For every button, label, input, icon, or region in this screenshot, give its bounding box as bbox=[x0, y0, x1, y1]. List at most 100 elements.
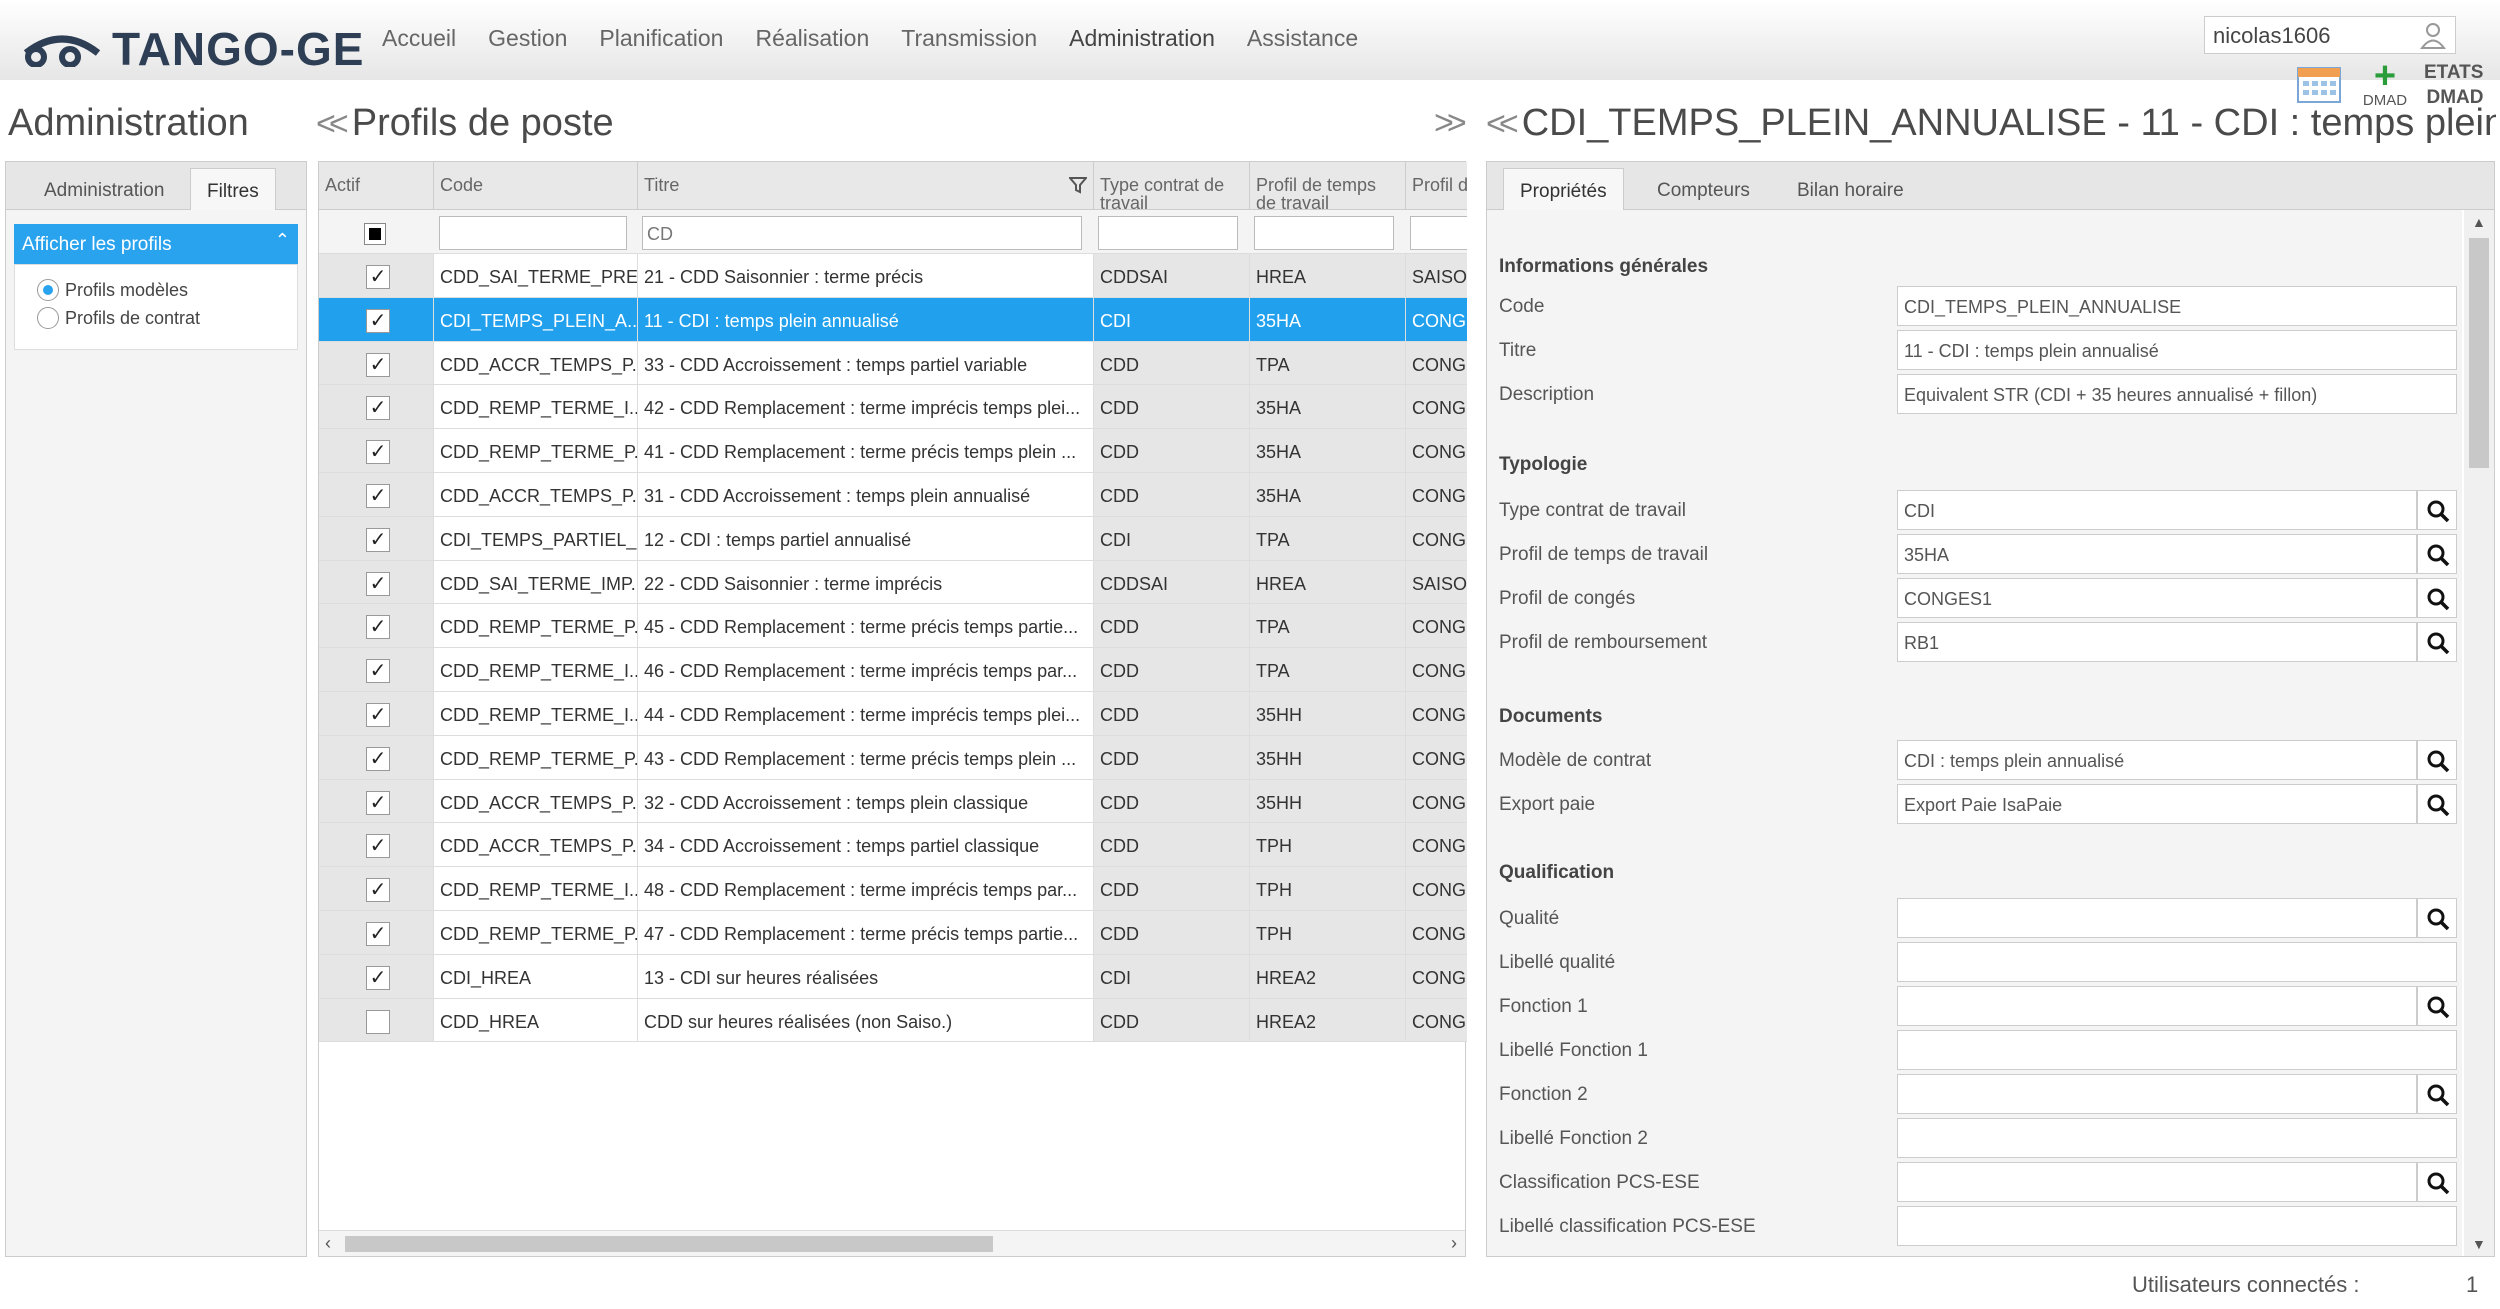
search-button[interactable] bbox=[2417, 578, 2457, 618]
field-input[interactable]: CDI bbox=[1897, 490, 2417, 530]
nav-assistance[interactable]: Assistance bbox=[1247, 25, 1358, 52]
tab-bilan-horaire[interactable]: Bilan horaire bbox=[1781, 168, 1920, 210]
checked-checkbox[interactable]: ✓ bbox=[366, 265, 390, 289]
col-type-contrat[interactable]: Type contrat de travail bbox=[1094, 162, 1250, 209]
scroll-thumb[interactable] bbox=[2469, 238, 2489, 468]
checked-checkbox[interactable]: ✓ bbox=[366, 878, 390, 903]
nav-administration[interactable]: Administration bbox=[1069, 25, 1215, 52]
search-button[interactable] bbox=[2417, 622, 2457, 662]
scroll-right-icon[interactable]: › bbox=[1451, 1233, 1457, 1254]
afficher-profils-header[interactable]: Afficher les profils ⌃ bbox=[14, 224, 298, 264]
search-button[interactable] bbox=[2417, 1162, 2457, 1202]
table-row[interactable]: ✓ CDI_TEMPS_PARTIEL_... 12 - CDI : temps p… bbox=[319, 516, 1467, 561]
field-input[interactable]: CDI_TEMPS_PLEIN_ANNUALISE bbox=[1897, 286, 2457, 326]
table-row[interactable]: ✓ CDD_REMP_TERME_I... 48 - CDD Remplacemen… bbox=[319, 867, 1467, 911]
checked-checkbox[interactable]: ✓ bbox=[366, 396, 390, 421]
col-titre[interactable]: Titre bbox=[638, 162, 1094, 209]
collapse-left-icon[interactable]: << bbox=[316, 105, 349, 143]
code-filter-input[interactable] bbox=[439, 216, 627, 250]
scroll-left-icon[interactable]: ‹ bbox=[325, 1233, 331, 1254]
conge-filter-input[interactable] bbox=[1410, 216, 1467, 250]
field-input[interactable] bbox=[1897, 1030, 2457, 1070]
calendar-icon[interactable] bbox=[2296, 64, 2342, 104]
nav-planification[interactable]: Planification bbox=[599, 25, 723, 52]
tab-filtres[interactable]: Filtres bbox=[190, 168, 276, 210]
checked-checkbox[interactable]: ✓ bbox=[366, 965, 390, 990]
unchecked-checkbox[interactable] bbox=[366, 1009, 390, 1034]
field-input[interactable]: RB1 bbox=[1897, 622, 2417, 662]
field-input[interactable] bbox=[1897, 1118, 2457, 1158]
field-input[interactable] bbox=[1897, 1206, 2457, 1246]
expand-right-icon[interactable]: >> bbox=[1434, 104, 1467, 143]
field-input[interactable] bbox=[1897, 1162, 2417, 1202]
table-row[interactable]: ✓ CDD_REMP_TERME_P... 43 - CDD Remplacemen… bbox=[319, 735, 1467, 780]
checked-checkbox[interactable]: ✓ bbox=[366, 746, 390, 771]
table-row[interactable]: ✓ CDD_SAI_TERME_PRE... 21 - CDD Saisonnier… bbox=[319, 254, 1467, 298]
nav-transmission[interactable]: Transmission bbox=[901, 25, 1037, 52]
vertical-scrollbar[interactable]: ▲ ▼ bbox=[2464, 210, 2494, 1256]
tab-administration[interactable]: Administration bbox=[28, 168, 180, 210]
nav-realisation[interactable]: Réalisation bbox=[755, 25, 869, 52]
table-row[interactable]: CDD_HREA CDD sur heures réalisées (non Sa… bbox=[319, 998, 1467, 1043]
checked-checkbox[interactable]: ✓ bbox=[366, 352, 390, 377]
table-row[interactable]: ✓ CDD_REMP_TERME_I... 46 - CDD Remplacemen… bbox=[319, 648, 1467, 692]
collapse-detail-icon[interactable]: << bbox=[1486, 105, 1519, 143]
search-button[interactable] bbox=[2417, 898, 2457, 938]
nav-accueil[interactable]: Accueil bbox=[382, 25, 456, 52]
checked-checkbox[interactable]: ✓ bbox=[366, 659, 390, 684]
checked-checkbox[interactable]: ✓ bbox=[366, 790, 390, 815]
field-input[interactable] bbox=[1897, 942, 2457, 982]
field-input[interactable]: Export Paie IsaPaie bbox=[1897, 784, 2417, 824]
field-input[interactable]: CONGES1 bbox=[1897, 578, 2417, 618]
scroll-down-icon[interactable]: ▼ bbox=[2472, 1236, 2486, 1252]
checked-checkbox[interactable]: ✓ bbox=[366, 308, 390, 333]
field-input[interactable]: 35HA bbox=[1897, 534, 2417, 574]
table-row[interactable]: ✓ CDD_REMP_TERME_P... 41 - CDD Remplacemen… bbox=[319, 429, 1467, 473]
table-row[interactable]: ✓ CDI_TEMPS_PLEIN_A... 11 - CDI : temps pl… bbox=[319, 297, 1467, 342]
tab-proprietes[interactable]: Propriétés bbox=[1503, 168, 1624, 210]
table-row[interactable]: ✓ CDD_ACCR_TEMPS_P... 34 - CDD Accroisseme… bbox=[319, 823, 1467, 868]
tab-compteurs[interactable]: Compteurs bbox=[1641, 168, 1766, 210]
horizontal-scrollbar[interactable]: ‹ › bbox=[319, 1230, 1465, 1256]
checked-checkbox[interactable]: ✓ bbox=[366, 527, 390, 552]
logo[interactable]: TANGO-GE bbox=[22, 23, 364, 75]
table-row[interactable]: ✓ CDI_HREA 13 - CDI sur heures réalisées CD… bbox=[319, 954, 1467, 999]
checked-checkbox[interactable]: ✓ bbox=[366, 834, 390, 859]
table-row[interactable]: ✓ CDD_REMP_TERME_I... 42 - CDD Remplacemen… bbox=[319, 385, 1467, 430]
checked-checkbox[interactable]: ✓ bbox=[366, 921, 390, 946]
table-row[interactable]: ✓ CDD_REMP_TERME_I... 44 - CDD Remplacemen… bbox=[319, 691, 1467, 736]
type-filter-input[interactable] bbox=[1098, 216, 1238, 250]
col-profil-conges[interactable]: Profil d bbox=[1406, 162, 1467, 209]
scroll-thumb[interactable] bbox=[345, 1236, 993, 1252]
scroll-up-icon[interactable]: ▲ bbox=[2472, 214, 2486, 230]
checked-checkbox[interactable]: ✓ bbox=[366, 702, 390, 727]
actif-filter-checkbox[interactable] bbox=[364, 223, 386, 245]
field-input[interactable]: CDI : temps plein annualisé bbox=[1897, 740, 2417, 780]
filter-icon[interactable] bbox=[1069, 176, 1087, 194]
col-code[interactable]: Code bbox=[434, 162, 638, 209]
nav-gestion[interactable]: Gestion bbox=[488, 25, 567, 52]
table-row[interactable]: ✓ CDD_REMP_TERME_P... 47 - CDD Remplacemen… bbox=[319, 910, 1467, 955]
field-input[interactable] bbox=[1897, 898, 2417, 938]
table-row[interactable]: ✓ CDD_ACCR_TEMPS_P... 32 - CDD Accroisseme… bbox=[319, 779, 1467, 824]
col-profil-temps[interactable]: Profil de temps de travail bbox=[1250, 162, 1406, 209]
search-button[interactable] bbox=[2417, 784, 2457, 824]
radio-profils-modeles[interactable]: Profils modèles bbox=[37, 279, 188, 301]
search-button[interactable] bbox=[2417, 534, 2457, 574]
search-button[interactable] bbox=[2417, 740, 2457, 780]
search-button[interactable] bbox=[2417, 986, 2457, 1026]
checked-checkbox[interactable]: ✓ bbox=[366, 571, 390, 596]
search-button[interactable] bbox=[2417, 490, 2457, 530]
search-button[interactable] bbox=[2417, 1074, 2457, 1114]
table-row[interactable]: ✓ CDD_ACCR_TEMPS_P... 33 - CDD Accroisseme… bbox=[319, 341, 1467, 386]
field-input[interactable] bbox=[1897, 986, 2417, 1026]
field-input[interactable]: Equivalent STR (CDI + 35 heures annualis… bbox=[1897, 374, 2457, 414]
checked-checkbox[interactable]: ✓ bbox=[366, 615, 390, 640]
table-row[interactable]: ✓ CDD_SAI_TERME_IMP... 22 - CDD Saisonnier… bbox=[319, 560, 1467, 605]
titre-filter-input[interactable]: CD bbox=[642, 216, 1082, 250]
field-input[interactable] bbox=[1897, 1074, 2417, 1114]
radio-profils-contrat[interactable]: Profils de contrat bbox=[37, 307, 200, 329]
col-actif[interactable]: Actif bbox=[319, 162, 434, 209]
profil-filter-input[interactable] bbox=[1254, 216, 1394, 250]
checked-checkbox[interactable]: ✓ bbox=[366, 483, 390, 508]
